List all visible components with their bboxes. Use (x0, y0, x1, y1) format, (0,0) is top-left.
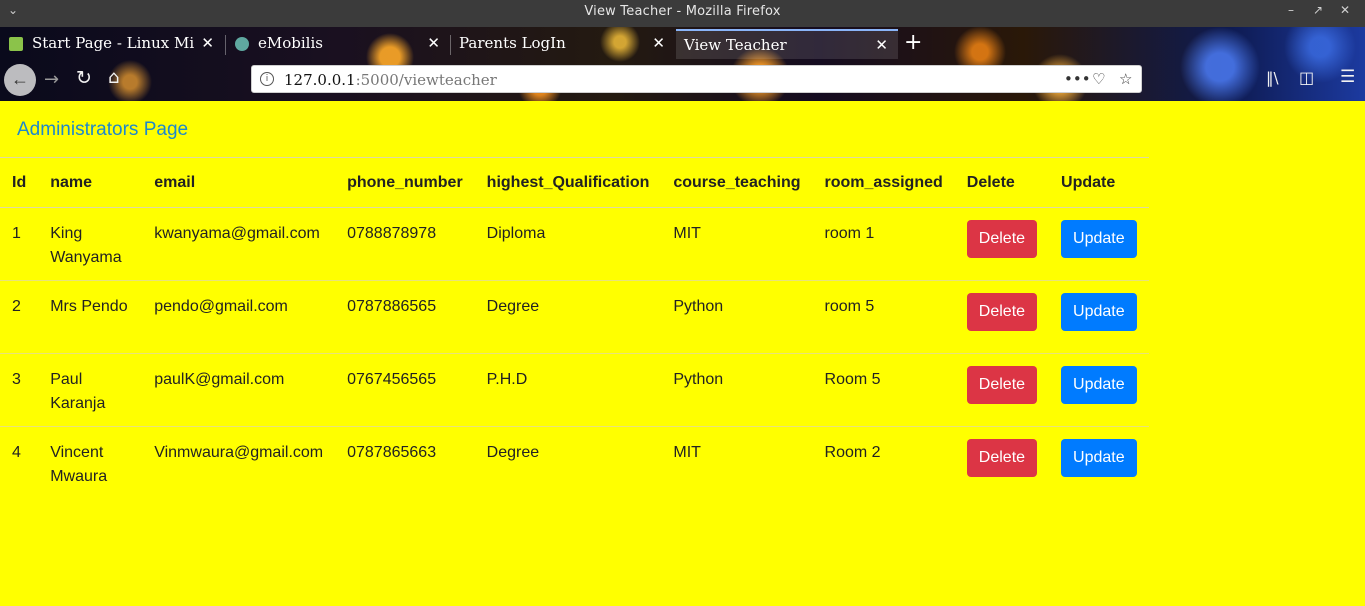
page-title: Administrators Page (17, 119, 189, 140)
delete-button[interactable]: Delete (966, 439, 1038, 477)
tab-label: eMobilis (258, 34, 323, 52)
table-row: 1 King Wanyama kwanyama@gmail.com 078887… (0, 207, 1149, 281)
column-header: course_teaching (661, 157, 813, 208)
delete-button[interactable]: Delete (966, 366, 1038, 404)
url-text[interactable]: 127.0.0.1:5000/viewteacher (284, 71, 497, 89)
minimize-icon[interactable]: – (1288, 3, 1294, 17)
column-header: Update (1049, 157, 1149, 208)
emobilis-favicon-icon (235, 37, 249, 51)
teachers-table: Id name email phone_number highest_Quali… (0, 157, 1149, 500)
tab-parents-login[interactable]: Parents LogIn ✕ (451, 29, 675, 59)
home-icon[interactable]: ⌂ (108, 67, 119, 88)
tab-label: View Teacher (684, 36, 787, 54)
close-tab-icon[interactable]: ✕ (201, 34, 214, 52)
update-button[interactable]: Update (1061, 439, 1137, 477)
table-row: 4 Vincent Mwaura Vinmwaura@gmail.com 078… (0, 427, 1149, 500)
close-tab-icon[interactable]: ✕ (875, 36, 888, 54)
close-tab-icon[interactable]: ✕ (427, 34, 440, 52)
url-path: :5000/viewteacher (355, 71, 497, 89)
cell-phone: 0788878978 (335, 207, 475, 281)
table-row: 2 Mrs Pendo pendo@gmail.com 0787886565 D… (0, 280, 1149, 354)
column-header: Id (0, 157, 39, 208)
cell-name: Vincent Mwaura (50, 444, 108, 485)
forward-arrow-icon[interactable]: → (44, 69, 59, 90)
column-header: name (38, 157, 143, 208)
cell-course: Python (661, 280, 813, 354)
table-row: 3 Paul Karanja paulK@gmail.com 076745656… (0, 353, 1149, 427)
tab-label: Start Page - Linux Mi (32, 34, 195, 52)
window-titlebar: ⌄ View Teacher - Mozilla Firefox – ↗ ✕ (0, 0, 1365, 27)
column-header: Delete (954, 157, 1050, 208)
cell-id: 2 (0, 280, 39, 354)
tab-emobilis[interactable]: eMobilis ✕ (226, 29, 450, 59)
tab-view-teacher[interactable]: View Teacher ✕ (676, 29, 898, 59)
column-header: phone_number (335, 157, 475, 208)
bookmark-star-icon[interactable]: ☆ (1119, 70, 1132, 88)
cell-qualification: Degree (474, 280, 662, 354)
cell-id: 1 (0, 207, 39, 281)
library-icon[interactable]: ‖\ (1266, 69, 1279, 87)
cell-qualification: Diploma (474, 207, 662, 281)
reload-icon[interactable]: ↻ (76, 67, 92, 89)
update-button[interactable]: Update (1061, 366, 1137, 404)
cell-email: Vinmwaura@gmail.com (154, 444, 324, 461)
cell-qualification: Degree (486, 444, 540, 461)
cell-phone: 0767456565 (335, 353, 475, 427)
new-tab-icon[interactable]: + (904, 30, 922, 55)
site-info-icon[interactable]: i (260, 72, 274, 86)
tab-start-page[interactable]: Start Page - Linux Mi ✕ (0, 29, 224, 59)
page-actions-icon[interactable]: ••• (1064, 70, 1091, 88)
column-header: highest_Qualification (474, 157, 662, 208)
close-window-icon[interactable]: ✕ (1340, 3, 1350, 17)
address-bar[interactable]: i 127.0.0.1:5000/viewteacher ••• ♡ ☆ (251, 65, 1142, 93)
cell-id: 3 (0, 353, 39, 427)
sidebar-icon[interactable]: ◫ (1299, 68, 1314, 87)
cell-phone: 0787865663 (347, 444, 437, 461)
maximize-icon[interactable]: ↗ (1313, 3, 1323, 17)
cell-id: 4 (12, 444, 21, 461)
cell-qualification: P.H.D (474, 353, 662, 427)
cell-room: room 1 (812, 207, 955, 281)
cell-email: paulK@gmail.com (142, 353, 336, 427)
pocket-icon[interactable]: ♡ (1092, 70, 1105, 88)
hamburger-menu-icon[interactable]: ☰ (1340, 67, 1355, 87)
url-host: 127.0.0.1 (284, 71, 356, 89)
cell-room: room 5 (812, 280, 955, 354)
delete-button[interactable]: Delete (966, 293, 1038, 331)
cell-name: Paul Karanja (50, 371, 106, 412)
cell-email: kwanyama@gmail.com (142, 207, 336, 281)
cell-course: MIT (673, 444, 701, 461)
update-button[interactable]: Update (1061, 220, 1137, 258)
cell-course: Python (661, 353, 813, 427)
update-button[interactable]: Update (1061, 293, 1137, 331)
browser-chrome: Start Page - Linux Mi ✕ eMobilis ✕ Paren… (0, 27, 1365, 101)
cell-email: pendo@gmail.com (142, 280, 336, 354)
window-title: View Teacher - Mozilla Firefox (584, 4, 781, 19)
linux-mint-favicon-icon (9, 37, 23, 51)
cell-name: Mrs Pendo (50, 298, 128, 315)
delete-button[interactable]: Delete (966, 220, 1038, 258)
back-arrow-icon[interactable]: ← (4, 64, 36, 96)
cell-name: King Wanyama (50, 225, 122, 266)
table-header-row: Id name email phone_number highest_Quali… (0, 157, 1149, 208)
column-header: room_assigned (812, 157, 955, 208)
close-tab-icon[interactable]: ✕ (652, 34, 665, 52)
cell-course: MIT (661, 207, 813, 281)
tab-label: Parents LogIn (459, 34, 566, 52)
column-header: email (142, 157, 336, 208)
cell-phone: 0787886565 (335, 280, 475, 354)
cell-room: Room 5 (812, 353, 955, 427)
cell-room: Room 2 (824, 444, 881, 461)
